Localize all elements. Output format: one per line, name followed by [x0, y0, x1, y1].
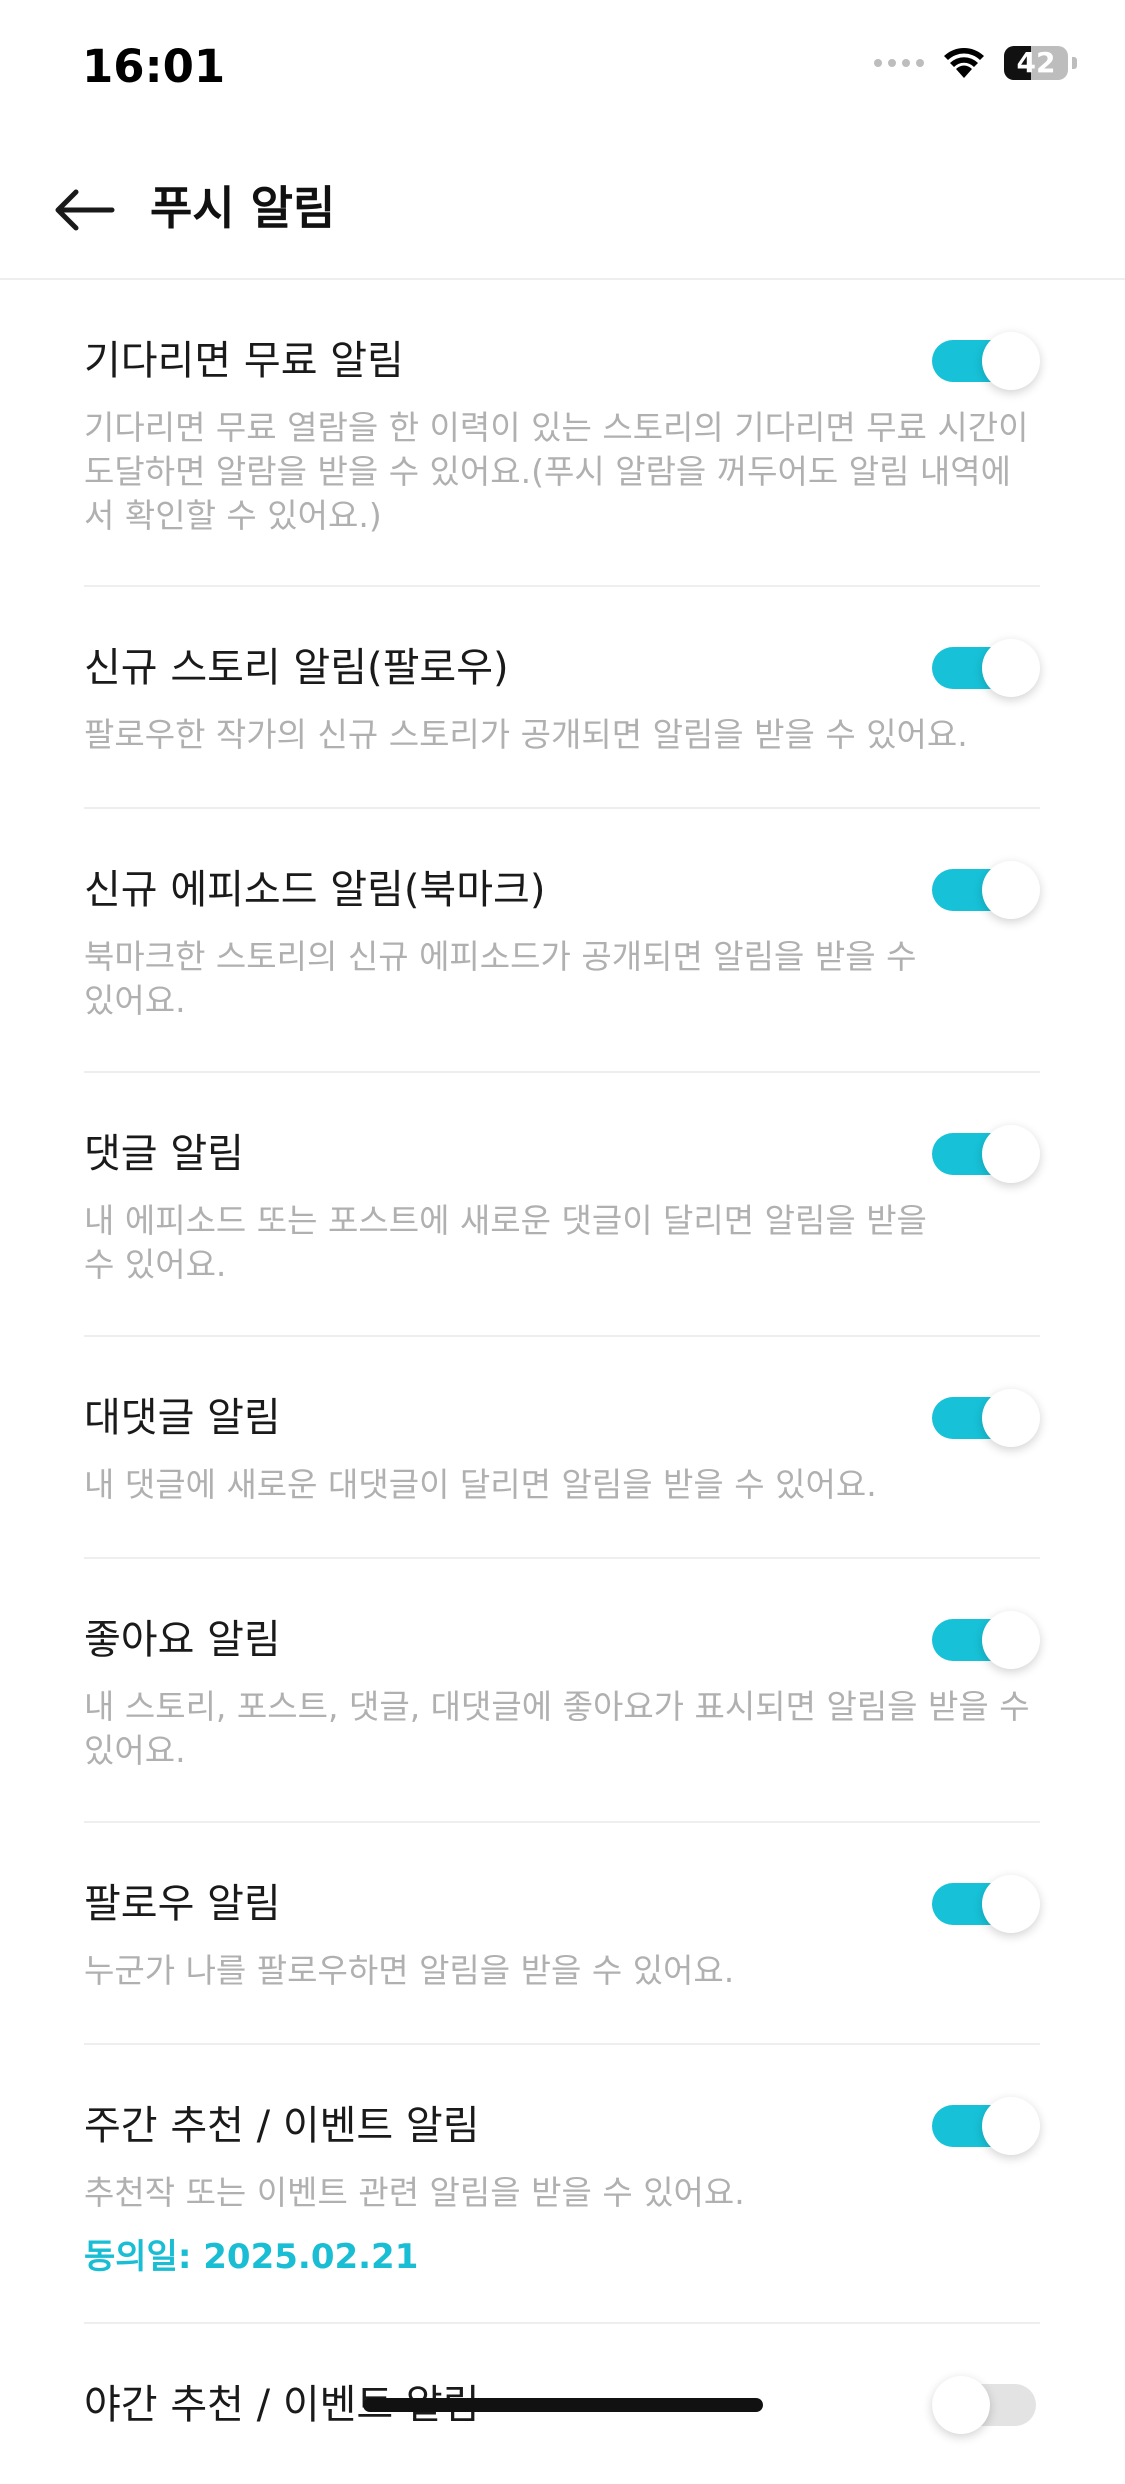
setting-description: 추천작 또는 이벤트 관련 알림을 받을 수 있어요.	[84, 2173, 745, 2212]
setting-description: 누군가 나를 팔로우하면 알림을 받을 수 있어요.	[84, 1951, 735, 1990]
cellular-signal-icon	[874, 59, 924, 67]
setting-title: 댓글 알림	[84, 1131, 244, 1177]
status-icons: 42	[874, 46, 1077, 80]
setting-title: 팔로우 알림	[84, 1881, 281, 1927]
setting-title: 신규 에피소드 알림(북마크)	[84, 867, 546, 913]
status-bar: 16:01 42	[0, 0, 1125, 140]
reply-toggle[interactable]	[932, 1389, 1040, 1447]
agree-date: 동의일: 2025.02.21	[84, 2237, 419, 2277]
new-story-toggle[interactable]	[932, 639, 1040, 697]
setting-item-new-story: 신규 스토리 알림(팔로우) 팔로우한 작가의 신규 스토리가 공개되면 알림을…	[84, 587, 1040, 809]
setting-title: 신규 스토리 알림(팔로우)	[84, 645, 509, 691]
setting-description: 기다리면 무료 열람을 한 이력이 있는 스토리의 기다리면 무료 시간이 도달…	[84, 408, 1029, 535]
setting-description: 내 에피소드 또는 포스트에 새로운 댓글이 달리면 알림을 받을 수 있어요.	[84, 1201, 927, 1284]
notification-settings-list: 기다리면 무료 알림 기다리면 무료 열람을 한 이력이 있는 스토리의 기다리…	[84, 280, 1040, 2484]
setting-description: 내 스토리, 포스트, 댓글, 대댓글에 좋아요가 표시되면 알림을 받을 수 …	[84, 1687, 1030, 1770]
wifi-icon	[944, 48, 984, 78]
home-indicator[interactable]	[363, 2398, 763, 2412]
setting-title: 좋아요 알림	[84, 1617, 281, 1663]
battery-level: 42	[1016, 46, 1056, 79]
battery-icon: 42	[1004, 46, 1068, 80]
setting-item-like: 좋아요 알림 내 스토리, 포스트, 댓글, 대댓글에 좋아요가 표시되면 알림…	[84, 1559, 1040, 1823]
arrow-left-icon	[55, 189, 115, 231]
comment-toggle[interactable]	[932, 1125, 1040, 1183]
setting-item-new-episode: 신규 에피소드 알림(북마크) 북마크한 스토리의 신규 에피소드가 공개되면 …	[84, 809, 1040, 1073]
setting-item-wait-free: 기다리면 무료 알림 기다리면 무료 열람을 한 이력이 있는 스토리의 기다리…	[84, 280, 1040, 587]
app-header: 푸시 알림	[0, 140, 1125, 280]
setting-title: 주간 추천 / 이벤트 알림	[84, 2103, 480, 2149]
wait-free-toggle[interactable]	[932, 332, 1040, 390]
setting-item-comment: 댓글 알림 내 에피소드 또는 포스트에 새로운 댓글이 달리면 알림을 받을 …	[84, 1073, 1040, 1337]
setting-description: 북마크한 스토리의 신규 에피소드가 공개되면 알림을 받을 수 있어요.	[84, 937, 917, 1020]
setting-item-reply: 대댓글 알림 내 댓글에 새로운 대댓글이 달리면 알림을 받을 수 있어요.	[84, 1337, 1040, 1559]
setting-item-weekly-event: 주간 추천 / 이벤트 알림 추천작 또는 이벤트 관련 알림을 받을 수 있어…	[84, 2045, 1040, 2324]
setting-title: 대댓글 알림	[84, 1395, 281, 1441]
status-time: 16:01	[82, 40, 226, 93]
weekly-event-toggle[interactable]	[932, 2097, 1040, 2155]
setting-item-follow: 팔로우 알림 누군가 나를 팔로우하면 알림을 받을 수 있어요.	[84, 1823, 1040, 2045]
follow-toggle[interactable]	[932, 1875, 1040, 1933]
night-event-toggle[interactable]	[932, 2376, 1040, 2434]
like-toggle[interactable]	[932, 1611, 1040, 1669]
setting-title: 기다리면 무료 알림	[84, 338, 404, 384]
page-title: 푸시 알림	[150, 181, 336, 235]
back-button[interactable]	[48, 180, 120, 240]
setting-description: 팔로우한 작가의 신규 스토리가 공개되면 알림을 받을 수 있어요.	[84, 715, 968, 754]
new-episode-toggle[interactable]	[932, 861, 1040, 919]
setting-description: 내 댓글에 새로운 대댓글이 달리면 알림을 받을 수 있어요.	[84, 1465, 877, 1504]
